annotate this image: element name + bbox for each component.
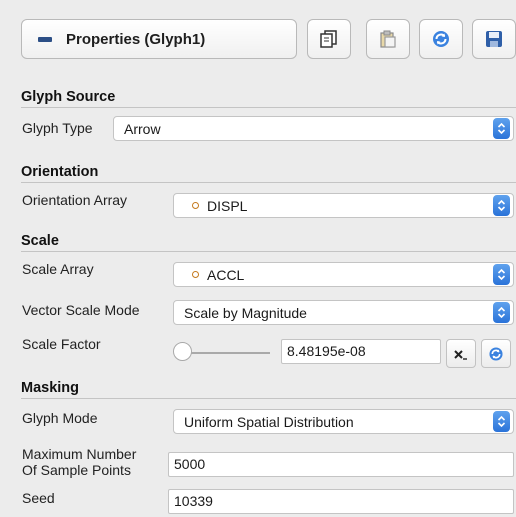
section-divider	[21, 107, 516, 108]
save-button[interactable]	[472, 19, 516, 59]
properties-panel: Properties (Glyph1) Glyph Source Glyph T…	[0, 0, 516, 517]
dropdown-arrows-icon	[493, 302, 510, 323]
reload-button[interactable]	[419, 19, 463, 59]
glyph-mode-select[interactable]: Uniform Spatial Distribution	[173, 409, 514, 434]
reload-icon	[433, 31, 449, 47]
scale-factor-label: Scale Factor	[22, 336, 101, 352]
glyph-mode-label: Glyph Mode	[22, 410, 98, 426]
reload-icon	[489, 346, 503, 361]
vector-scale-mode-value: Scale by Magnitude	[184, 304, 307, 321]
scale-factor-slider-track[interactable]	[184, 352, 270, 354]
copy-icon	[320, 30, 337, 48]
dropdown-arrows-icon	[493, 264, 510, 285]
scale-array-label: Scale Array	[22, 261, 94, 277]
section-masking: Masking	[21, 380, 80, 396]
section-scale: Scale	[21, 233, 59, 249]
reset-using-data-button[interactable]	[481, 339, 511, 368]
save-icon	[486, 31, 502, 47]
reset-x-icon	[454, 349, 467, 360]
reset-to-default-button[interactable]	[446, 339, 476, 368]
vector-scale-mode-label: Vector Scale Mode	[22, 302, 140, 318]
section-divider	[21, 398, 516, 399]
seed-label: Seed	[22, 490, 55, 506]
paste-button[interactable]	[366, 19, 410, 59]
glyph-type-select[interactable]: Arrow	[113, 116, 514, 141]
seed-input[interactable]: 10339	[168, 489, 514, 514]
orientation-array-label: Orientation Array	[22, 192, 128, 208]
section-divider	[21, 182, 516, 183]
scale-factor-input[interactable]: 8.48195e-08	[281, 339, 441, 364]
max-sample-points-label: Maximum Number Of Sample Points	[22, 446, 137, 478]
point-data-icon	[192, 202, 199, 209]
section-orientation: Orientation	[21, 164, 99, 180]
scale-factor-slider-handle[interactable]	[173, 342, 192, 361]
dropdown-arrows-icon	[493, 118, 510, 139]
paste-icon	[380, 30, 396, 48]
scale-array-value: ACCL	[207, 266, 245, 283]
dropdown-arrows-icon	[493, 411, 510, 432]
properties-toggle-button[interactable]: Properties (Glyph1)	[21, 19, 297, 59]
point-data-icon	[192, 271, 199, 278]
orientation-array-select[interactable]: DISPL	[173, 193, 514, 218]
properties-title: Properties (Glyph1)	[66, 30, 206, 48]
copy-button[interactable]	[307, 19, 351, 59]
section-glyph-source: Glyph Source	[21, 89, 116, 105]
dropdown-arrows-icon	[493, 195, 510, 216]
collapse-icon	[38, 36, 52, 42]
glyph-type-label: Glyph Type	[22, 120, 93, 136]
section-divider	[21, 251, 516, 252]
max-sample-points-input[interactable]: 5000	[168, 452, 514, 477]
glyph-type-value: Arrow	[124, 120, 161, 137]
scale-array-select[interactable]: ACCL	[173, 262, 514, 287]
orientation-array-value: DISPL	[207, 197, 248, 214]
vector-scale-mode-select[interactable]: Scale by Magnitude	[173, 300, 514, 325]
glyph-mode-value: Uniform Spatial Distribution	[184, 413, 354, 430]
